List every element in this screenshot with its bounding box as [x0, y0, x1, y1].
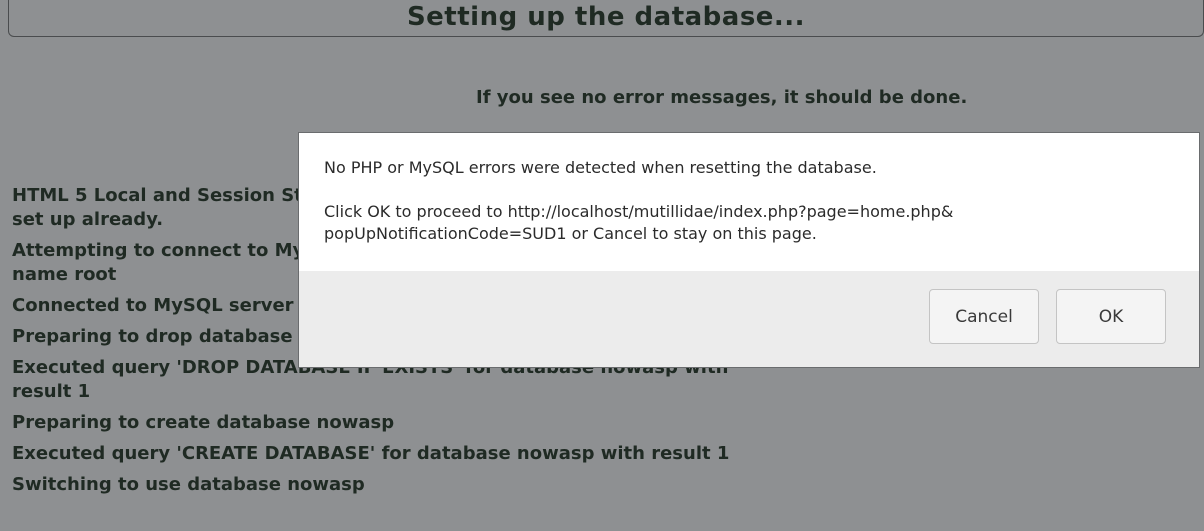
log-line: Executed query 'CREATE DATABASE' for dat… [12, 443, 730, 464]
page-title: Setting up the database... [406, 2, 806, 32]
cancel-button[interactable]: Cancel [929, 289, 1039, 344]
log-line: Switching to use database nowasp [12, 474, 365, 495]
log-line: Preparing to create database nowasp [12, 412, 395, 433]
ok-button[interactable]: OK [1056, 289, 1166, 344]
dialog-footer: Cancel OK [299, 271, 1199, 367]
confirm-dialog: No PHP or MySQL errors were detected whe… [298, 132, 1200, 368]
dialog-message: No PHP or MySQL errors were detected whe… [324, 158, 954, 243]
page-subtitle: If you see no error messages, it should … [476, 87, 968, 108]
page-header: Setting up the database... [8, 0, 1204, 37]
